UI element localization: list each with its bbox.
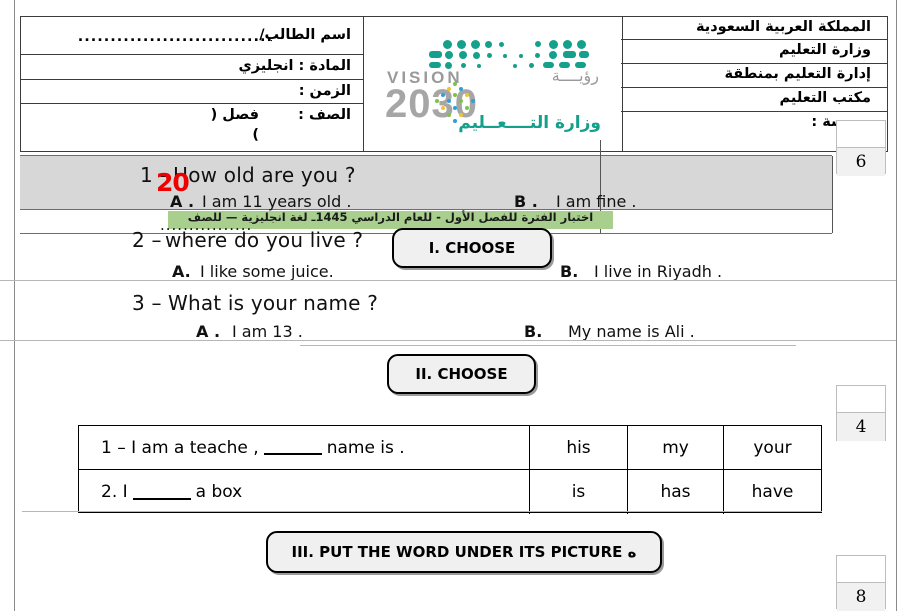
header-table: اسم الطالب/ ............................… xyxy=(20,16,888,152)
band-vertical-rule-right xyxy=(832,156,833,233)
ex2-row1-choice-2[interactable]: my xyxy=(627,426,723,469)
score-box-2-blank[interactable] xyxy=(837,386,885,412)
q3-option-a-text[interactable]: I am 13 . xyxy=(232,322,303,341)
score-box-2[interactable]: 4 xyxy=(836,385,886,441)
ministry-label: وزارة التعليم xyxy=(778,42,871,58)
time-row: الزمن : xyxy=(21,80,363,104)
subject-label: المادة : انجليزي xyxy=(238,58,352,74)
time-label: الزمن : xyxy=(298,83,351,99)
subject-row: المادة : انجليزي xyxy=(21,55,363,80)
score-box-1[interactable]: 6 xyxy=(836,120,886,176)
q1-option-a-text[interactable]: I am 11 years old . xyxy=(202,192,351,211)
section-close-paren: ) xyxy=(252,127,259,143)
ex2-row1-choice-1[interactable]: his xyxy=(529,426,627,469)
q2-option-a-letter[interactable]: A. xyxy=(172,262,191,281)
q1-option-b-text[interactable]: I am fine . xyxy=(556,192,637,211)
header-left-column: اسم الطالب/ ............................… xyxy=(21,17,363,151)
ruled-line-3 xyxy=(300,345,796,346)
ex2-row1-sentence: 1 – I am a teache , name is . xyxy=(79,426,529,469)
ex2-row2-sentence-post: a box xyxy=(195,482,243,502)
q1-option-a-letter[interactable]: A . xyxy=(170,192,194,211)
score-box-3-value: 8 xyxy=(837,582,885,611)
vision-2030-logo: VISION رؤيــــة 2030 وزارة التــــعــليم xyxy=(364,17,622,151)
q3-option-a-letter[interactable]: A . xyxy=(196,322,220,341)
question-3-number: 3 – xyxy=(132,291,162,315)
section-2-choose-button[interactable]: II. CHOOSE xyxy=(387,354,536,394)
ex2-row2-blank[interactable] xyxy=(132,485,191,500)
page-left-margin-rule xyxy=(14,0,15,611)
ex2-row2-sentence: 2. I a box xyxy=(79,470,529,514)
question-1-text: How old are you ? xyxy=(173,163,356,187)
logo-vision-arabic: رؤيــــة xyxy=(551,66,599,85)
student-name-row: اسم الطالب/ ............................… xyxy=(21,17,363,55)
education-admin-row: إدارة التعليم بمنطقة xyxy=(621,64,887,88)
page-right-margin-rule xyxy=(896,0,897,611)
section-1-choose-button[interactable]: I. CHOOSE xyxy=(392,228,552,268)
education-admin-label: إدارة التعليم بمنطقة xyxy=(724,66,871,82)
score-box-1-blank[interactable] xyxy=(837,121,885,147)
ruled-line-4 xyxy=(22,511,822,512)
logo-ministry-text: وزارة التــــعــليم xyxy=(458,113,601,133)
kingdom-row: المملكة العربية السعودية xyxy=(621,17,887,40)
q1-option-b-letter[interactable]: B . xyxy=(514,192,538,211)
section-label: فصل ( xyxy=(210,107,259,123)
kingdom-label: المملكة العربية السعودية xyxy=(696,19,871,35)
student-name-dots: .............................. xyxy=(77,29,273,45)
header-logo-column: VISION رؤيــــة 2030 وزارة التــــعــليم xyxy=(363,17,623,151)
band-top-rule xyxy=(20,155,832,156)
exam-page: اسم الطالب/ ............................… xyxy=(0,0,911,611)
score-box-3-blank[interactable] xyxy=(837,556,885,582)
ex2-row1-choice-3[interactable]: your xyxy=(723,426,821,469)
exercise-2-table: 1 – I am a teache , name is . his my you… xyxy=(78,425,822,514)
score-box-1-value: 6 xyxy=(837,147,885,176)
score-box-2-value: 4 xyxy=(837,412,885,441)
ministry-row: وزارة التعليم xyxy=(621,40,887,64)
ruled-line-1 xyxy=(0,280,896,281)
q2-option-b-text[interactable]: I live in Riyadh . xyxy=(594,262,722,281)
score-box-3[interactable]: 8 xyxy=(836,555,886,611)
ruled-line-2 xyxy=(0,340,896,341)
education-office-row: مكتب التعليم xyxy=(621,88,887,112)
section-3-put-word-button[interactable]: III. PUT THE WORD UNDER ITS PICTURE ه xyxy=(266,531,662,573)
ex2-row1-sentence-pre: 1 – I am a teache , xyxy=(101,437,259,458)
question-2-text: where do you live ? xyxy=(165,228,364,252)
ex2-row1-sentence-post: name is . xyxy=(326,437,405,458)
table-row[interactable]: 2. I a box is has have xyxy=(79,470,821,514)
question-3-text: What is your name ? xyxy=(168,291,379,315)
ex2-row2-sentence-pre: 2. I xyxy=(101,482,128,502)
grade-label: الصف : xyxy=(298,107,351,123)
q3-option-b-letter[interactable]: B. xyxy=(524,322,542,341)
q2-option-a-text[interactable]: I like some juice. xyxy=(200,262,334,281)
grade-row: الصف : فصل ( ) xyxy=(21,104,363,152)
ex2-row2-choice-1[interactable]: is xyxy=(529,470,627,514)
q2-option-b-letter[interactable]: B. xyxy=(560,262,578,281)
ex2-row2-choice-2[interactable]: has xyxy=(627,470,723,514)
table-row[interactable]: 1 – I am a teache , name is . his my you… xyxy=(79,426,821,470)
ex2-row2-choice-3[interactable]: have xyxy=(723,470,821,514)
ex2-row1-blank[interactable] xyxy=(263,440,322,455)
education-office-label: مكتب التعليم xyxy=(779,90,871,106)
q3-option-b-text[interactable]: My name is Ali . xyxy=(568,322,695,341)
question-2-number: 2 – xyxy=(132,228,162,252)
